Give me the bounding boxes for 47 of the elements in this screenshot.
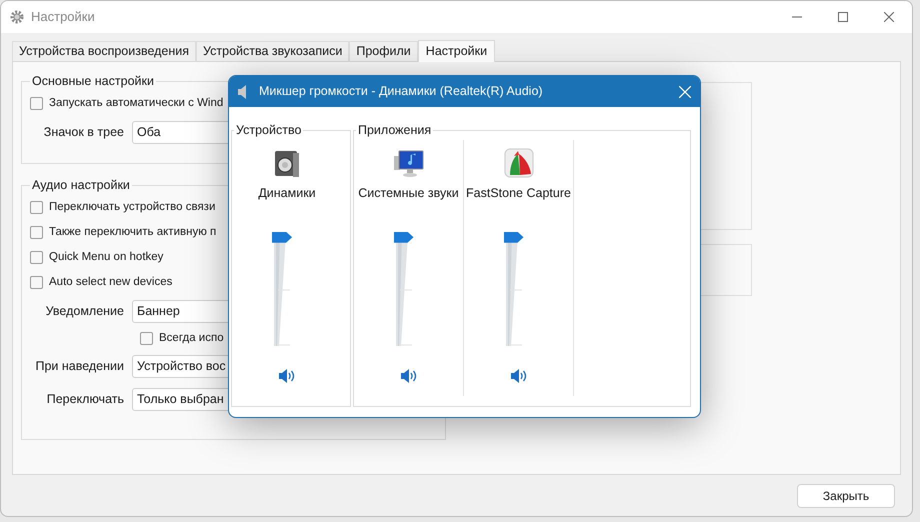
mixer-title: Микшер громкости - Динамики (Realtek(R) Audio)	[259, 83, 543, 100]
channel-name: Системные звуки	[358, 184, 459, 202]
speaker-icon	[237, 84, 249, 100]
tab[interactable]: Устройства воспроизведения	[12, 41, 196, 61]
speaker-box-icon	[274, 150, 300, 178]
volume-slider[interactable]	[272, 232, 294, 348]
app-icon	[504, 148, 534, 178]
channel-name: Динамики	[258, 184, 316, 202]
tab[interactable]: Профили	[349, 41, 418, 61]
checkbox-label: Quick Menu on hotkey	[49, 250, 164, 265]
group-title: Устройство	[235, 122, 302, 139]
field-label: Уведомление	[44, 302, 125, 320]
slider-thumb[interactable]	[504, 232, 524, 243]
slider-thumb[interactable]	[394, 232, 414, 243]
group-title: Приложения	[357, 122, 432, 139]
speaker-icon[interactable]	[510, 368, 528, 384]
checkbox-label: Переключать устройство связи	[49, 200, 216, 215]
speaker-icon[interactable]	[400, 368, 418, 384]
close-icon	[679, 86, 691, 98]
checkbox[interactable]	[30, 226, 43, 239]
window-title: Настройки	[31, 8, 95, 26]
close-icon	[884, 12, 894, 22]
checkbox[interactable]	[30, 276, 43, 289]
tab[interactable]: Устройства звукозаписи	[196, 41, 350, 61]
checkbox-label: Также переключить активную п	[49, 224, 216, 240]
slider-thumb[interactable]	[272, 232, 292, 243]
checkbox-label: Auto select new devices	[49, 274, 172, 290]
checkbox[interactable]	[30, 200, 43, 214]
volume-slider[interactable]	[504, 232, 526, 348]
field-label: Значок в трее	[42, 124, 125, 141]
speaker-icon[interactable]	[278, 368, 296, 384]
field-label: Переключать	[46, 390, 125, 408]
field-label: При наведении	[34, 358, 125, 375]
checkbox-label: Запускать автоматически с Wind	[49, 96, 224, 111]
maximize-icon	[838, 12, 848, 22]
volume-slider[interactable]	[394, 232, 416, 348]
checkbox[interactable]	[30, 250, 43, 264]
channel-name: FastStone Capture	[466, 184, 571, 202]
group-title: Основные настройки	[31, 73, 155, 90]
checkbox-label: Всегда испо	[159, 331, 224, 346]
group-title: Аудио настройки	[31, 177, 131, 194]
close-dialog-button[interactable]: Закрыть	[797, 484, 895, 508]
checkbox[interactable]	[30, 96, 43, 110]
gear-icon	[9, 9, 25, 25]
checkbox[interactable]	[140, 332, 153, 346]
monitor-icon	[392, 148, 424, 178]
tab[interactable]: Настройки	[418, 40, 496, 62]
